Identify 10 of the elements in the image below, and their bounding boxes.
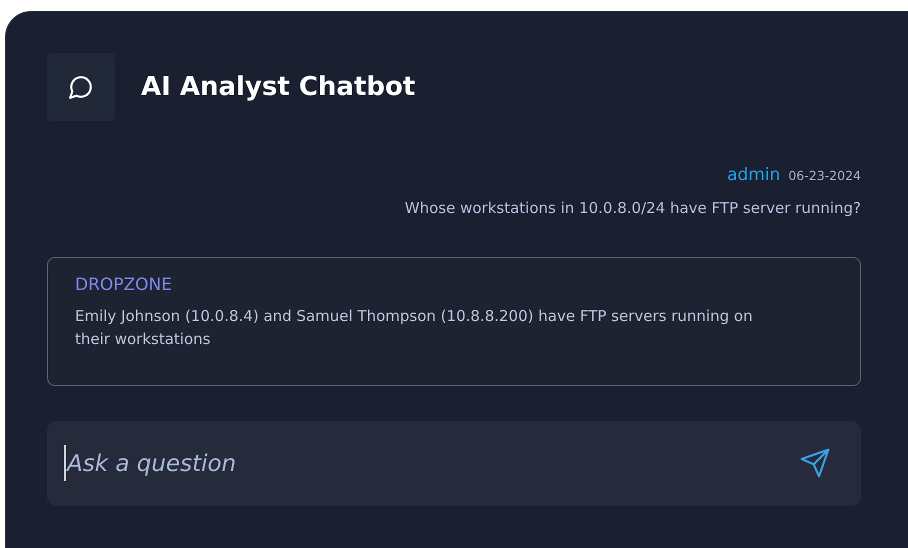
chatbot-title: AI Analyst Chatbot: [141, 72, 416, 102]
send-icon[interactable]: [799, 447, 831, 479]
question-field[interactable]: Ask a question: [47, 421, 861, 506]
sender-name: admin: [727, 165, 780, 185]
chat-bubble-icon: [47, 53, 115, 121]
sender-name: DROPZONE: [75, 275, 172, 295]
message-text: Whose workstations in 10.0.8.0/24 have FTP server running?: [404, 199, 861, 217]
text-cursor: [64, 445, 66, 481]
message-date: 06-23-2024: [788, 168, 861, 183]
message-text: Emily Johnson (10.0.8.4) and Samuel Thompson (10.8.8.200) have FTP servers running on their workstations: [75, 306, 754, 350]
